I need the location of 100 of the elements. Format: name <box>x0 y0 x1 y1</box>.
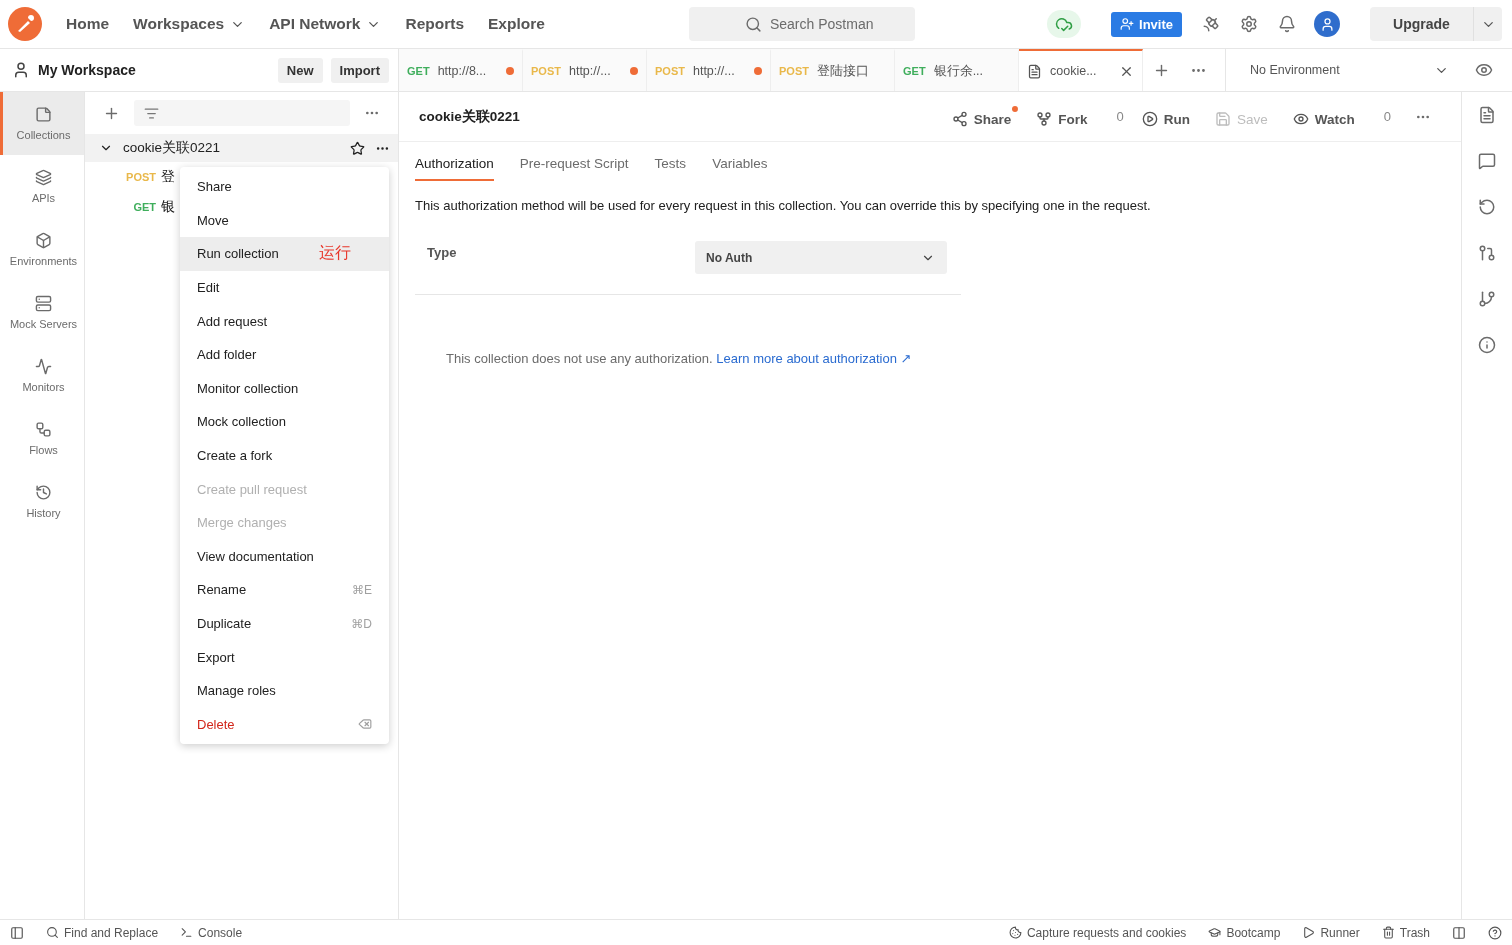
method-label: GET <box>407 65 430 77</box>
search-field[interactable]: Search Postman <box>688 7 915 41</box>
workspace-button[interactable]: Import <box>330 57 389 83</box>
menu-item[interactable]: Rename ⌘E <box>180 573 389 607</box>
delete-key-icon <box>358 717 372 732</box>
satellite-icon[interactable] <box>1202 15 1220 33</box>
menu-item[interactable]: Manage roles <box>180 673 389 708</box>
status-bar-item[interactable]: Capture requests and cookies <box>1008 925 1187 940</box>
search-icon <box>744 15 762 33</box>
graduation-cap-icon <box>1208 926 1222 939</box>
auth-type-select[interactable]: No Auth <box>695 241 947 274</box>
star-icon[interactable] <box>350 140 365 156</box>
tab-label: http://8... <box>437 64 488 78</box>
server-icon <box>35 295 52 312</box>
method-label: GET <box>132 201 157 213</box>
nav-item[interactable]: Workspaces <box>121 9 258 39</box>
app-logo[interactable] <box>8 7 42 41</box>
menu-item[interactable]: Mock collection <box>180 405 389 439</box>
status-bar-item[interactable]: Runner <box>1302 925 1360 940</box>
add-user-icon <box>1120 17 1135 31</box>
sync-status-icon[interactable] <box>1047 10 1082 38</box>
menu-item[interactable]: Add folder <box>180 337 389 372</box>
count-label: 0 <box>1382 109 1391 124</box>
help-icon[interactable] <box>1488 925 1502 940</box>
fork-icon <box>1036 111 1053 127</box>
comment-icon[interactable] <box>1478 152 1496 170</box>
two-pane-icon[interactable] <box>1452 925 1466 940</box>
tab-label: cookie... <box>1050 64 1098 78</box>
request-tab[interactable]: POST http://... <box>523 49 647 91</box>
eye-icon[interactable] <box>1475 61 1493 79</box>
save-icon <box>1215 111 1231 127</box>
menu-item[interactable]: Monitor collection <box>180 371 389 406</box>
status-bar-item[interactable]: Console <box>180 925 243 940</box>
action-button[interactable]: Share <box>951 106 1019 127</box>
filter-field[interactable] <box>134 100 350 126</box>
method-label: POST <box>655 65 685 77</box>
menu-item[interactable]: Share <box>180 170 389 204</box>
status-bar-item[interactable]: Find and Replace <box>46 925 159 940</box>
bell-icon[interactable] <box>1278 15 1296 33</box>
trash-icon <box>1381 926 1395 939</box>
play-icon <box>1302 926 1316 939</box>
settings-icon[interactable] <box>1240 15 1258 33</box>
shortcut-label: ⌘D <box>351 616 372 631</box>
request-tab[interactable]: GET http://8... <box>399 49 523 91</box>
console-icon <box>180 926 194 939</box>
history-icon <box>35 484 52 501</box>
sidebar-toggle-icon[interactable] <box>10 925 24 940</box>
document-icon <box>1027 63 1042 79</box>
menu-item[interactable]: Move <box>180 203 389 238</box>
menu-item[interactable]: Edit <box>180 270 389 305</box>
menu-item[interactable]: Run collection 运行 <box>180 237 389 271</box>
info-text: This collection does not use any authorization. Learn more about authorization ↗ <box>446 351 913 366</box>
menu-item[interactable]: Duplicate ⌘D <box>180 606 389 641</box>
monitor-icon <box>35 358 52 375</box>
nav-item[interactable]: API Network <box>257 9 394 39</box>
fork-icon[interactable] <box>1478 290 1496 308</box>
tab[interactable]: Pre-request Script <box>519 148 629 181</box>
collection-row[interactable]: cookie关联0221 <box>85 134 398 162</box>
menu-item[interactable]: View documentation <box>180 539 389 574</box>
info-icon[interactable] <box>1478 336 1496 354</box>
shortcut-label: ⌘E <box>352 582 372 597</box>
request-tab[interactable]: GET 银行余... <box>895 49 1019 91</box>
workspace-button[interactable]: New <box>277 57 323 83</box>
count-label: 0 <box>1115 109 1124 124</box>
menu-item[interactable]: Export <box>180 640 389 674</box>
action-button[interactable]: Watch <box>1292 106 1362 127</box>
request-tab[interactable]: cookie... <box>1019 49 1143 91</box>
menu-item[interactable]: Create a fork <box>180 438 389 473</box>
tab-label: 银行余... <box>933 62 985 80</box>
history-icon[interactable] <box>1478 198 1496 216</box>
menu-item[interactable]: Delete <box>180 707 389 742</box>
nav-item[interactable]: Home <box>54 9 122 39</box>
document-icon[interactable] <box>1478 106 1496 124</box>
field-label: Type <box>427 244 458 260</box>
action-button[interactable]: Fork <box>1036 106 1095 127</box>
avatar[interactable] <box>1314 11 1340 37</box>
pull-request-icon[interactable] <box>1478 244 1496 262</box>
collection-title: cookie关联0221 <box>419 107 521 126</box>
menu-item[interactable]: Add request <box>180 304 389 338</box>
request-tab[interactable]: POST http://... <box>647 49 771 91</box>
tab[interactable]: Variables <box>712 148 768 181</box>
action-button[interactable]: Run <box>1141 106 1197 127</box>
tab[interactable]: Tests <box>654 148 687 181</box>
request-tab[interactable]: POST 登陆接口 <box>771 49 895 91</box>
status-bar-item[interactable]: Bootcamp <box>1208 925 1281 940</box>
learn-more-link[interactable]: Learn more about authorization ↗ <box>716 351 912 366</box>
user-icon <box>12 61 30 79</box>
sidebar-item[interactable]: Collections <box>0 92 84 155</box>
method-label: POST <box>779 65 809 77</box>
notification-dot <box>1012 106 1019 112</box>
status-bar-item[interactable]: Trash <box>1381 925 1430 940</box>
method-label: POST <box>125 171 157 183</box>
invite-button[interactable]: Invite <box>1111 11 1182 37</box>
nav-item[interactable]: Explore <box>476 9 557 39</box>
cookie-icon <box>1008 926 1022 939</box>
nav-item[interactable]: Reports <box>393 9 476 39</box>
method-label: POST <box>531 65 561 77</box>
tab-label: 登陆接口 <box>816 62 870 80</box>
tab[interactable]: Authorization <box>415 148 494 181</box>
search-icon <box>46 926 59 939</box>
